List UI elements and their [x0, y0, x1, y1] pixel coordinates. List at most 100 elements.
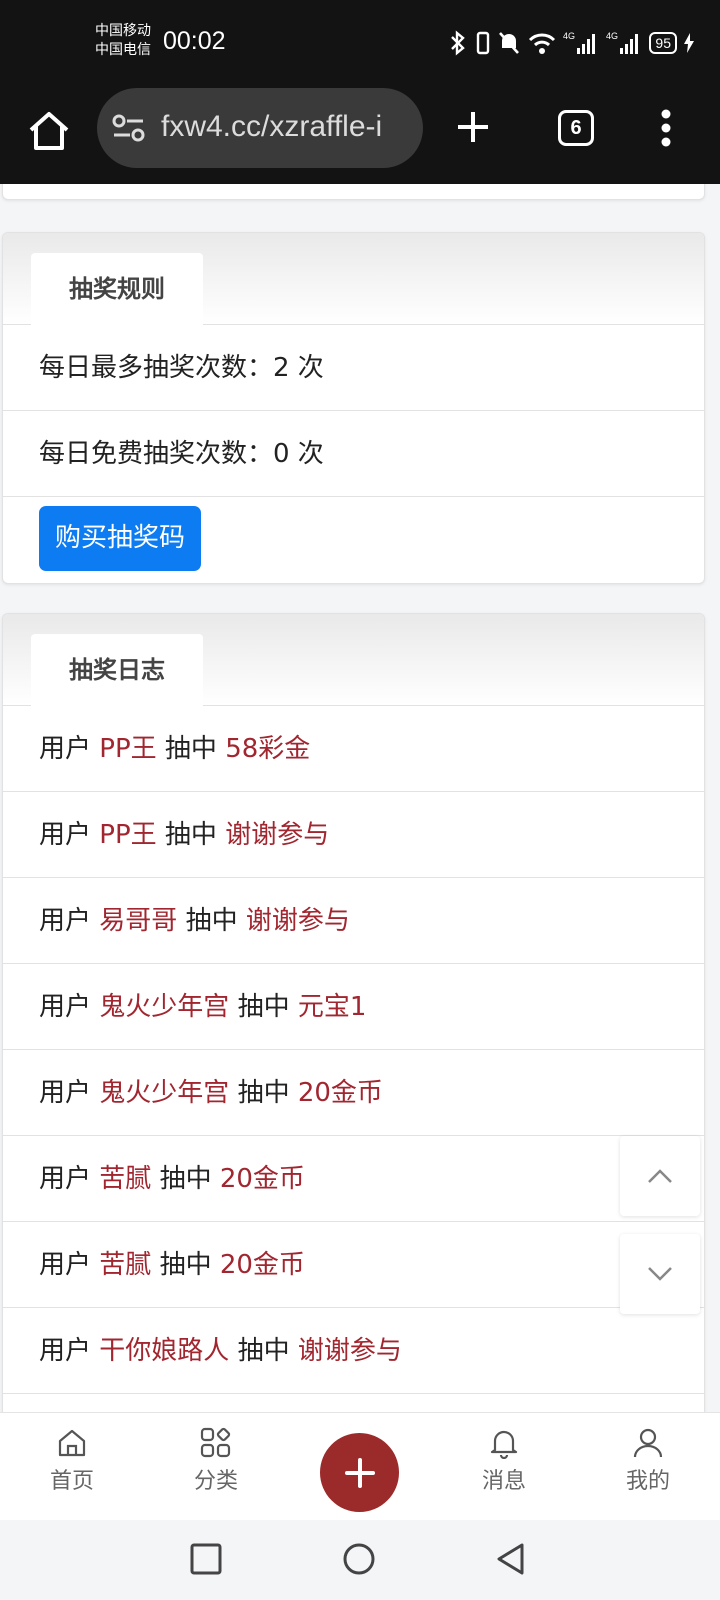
raffle-log-title: 抽奖日志 [31, 634, 203, 706]
chevron-up-icon [648, 1169, 672, 1183]
log-prefix: 用户 [39, 734, 92, 764]
mute-bell-icon [499, 32, 520, 54]
log-user: 鬼火少年宫 [99, 992, 230, 1022]
raffle-log-card: 抽奖日志 用户 PP王 抽中 58彩金 用户 PP王 抽中 谢谢参与 用户 易哥哥 … [2, 613, 705, 1412]
carrier-1: 中国移动 [95, 23, 151, 39]
raffle-rules-title: 抽奖规则 [31, 253, 203, 325]
carrier-info: 中国移动 中国电信 [95, 22, 151, 60]
log-user: 易哥哥 [99, 906, 178, 936]
charging-icon [684, 33, 694, 53]
raffle-rules-card: 抽奖规则 每日最多抽奖次数：2 次 每日免费抽奖次数：0 次 购买抽奖码 [2, 232, 705, 584]
recent-apps-icon[interactable] [189, 1542, 223, 1576]
nav-messages-label: 消息 [481, 1469, 526, 1494]
log-prize: 谢谢参与 [245, 906, 350, 936]
log-verb: 抽中 [237, 992, 290, 1022]
log-entry: 用户 苦腻 抽中 20金币 [3, 1136, 704, 1222]
user-icon [633, 1428, 663, 1458]
log-verb: 抽中 [164, 820, 217, 850]
signal-icon-2: 4G [606, 31, 639, 54]
log-verb: 抽中 [164, 734, 217, 764]
log-user: 鬼火少年宫 [99, 1078, 230, 1108]
network-label-1: 4G [563, 31, 575, 41]
browser-toolbar: fxw4.cc/xzraffle-i 6 [0, 86, 720, 184]
previous-card [2, 184, 705, 200]
nav-mine[interactable]: 我的 [603, 1427, 693, 1495]
log-prefix: 用户 [39, 906, 92, 936]
nav-mine-label: 我的 [625, 1469, 670, 1494]
log-user: PP王 [99, 734, 157, 764]
log-user: PP王 [99, 820, 157, 850]
log-entry: 用户 PP王 抽中 谢谢参与 [3, 792, 704, 878]
tab-switcher-button[interactable]: 6 [558, 110, 594, 146]
log-prefix: 用户 [39, 1164, 92, 1194]
scroll-down-button[interactable] [620, 1234, 700, 1314]
log-prize: 元宝1 [297, 992, 367, 1022]
vibrate-icon [477, 31, 490, 55]
log-prefix: 用户 [39, 992, 92, 1022]
url-bar[interactable]: fxw4.cc/xzraffle-i [97, 88, 423, 168]
back-icon[interactable] [494, 1542, 528, 1576]
buy-button-row: 购买抽奖码 [3, 497, 704, 583]
home-circle-icon[interactable] [342, 1542, 376, 1576]
signal-icon-1: 4G [563, 31, 596, 54]
log-user: 苦腻 [99, 1250, 152, 1280]
log-verb: 抽中 [237, 1078, 290, 1108]
nav-home-label: 首页 [49, 1469, 94, 1494]
nav-category[interactable]: 分类 [171, 1427, 261, 1495]
network-label-2: 4G [606, 31, 618, 41]
carrier-2: 中国电信 [95, 42, 151, 58]
status-bar: 中国移动 中国电信 00:02 4G 4G 95 [0, 0, 720, 86]
log-prize: 20金币 [219, 1250, 305, 1280]
log-prefix: 用户 [39, 1336, 92, 1366]
status-clock: 00:02 [163, 27, 226, 55]
log-user: 干你娘路人 [99, 1336, 230, 1366]
log-entry: 用户 易哥哥 抽中 谢谢参与 [3, 878, 704, 964]
raffle-log-list: 用户 PP王 抽中 58彩金 用户 PP王 抽中 谢谢参与 用户 易哥哥 抽中 谢谢… [3, 706, 704, 1394]
nav-category-label: 分类 [193, 1469, 238, 1494]
plus-icon [344, 1457, 375, 1488]
log-user: 苦腻 [99, 1164, 152, 1194]
new-tab-icon[interactable] [456, 110, 490, 144]
log-prefix: 用户 [39, 1250, 92, 1280]
buy-raffle-code-button[interactable]: 购买抽奖码 [39, 506, 202, 571]
scroll-up-button[interactable] [620, 1136, 700, 1216]
nav-messages[interactable]: 消息 [459, 1427, 549, 1495]
log-prefix: 用户 [39, 820, 92, 850]
log-entry: 用户 苦腻 抽中 20金币 [3, 1222, 704, 1308]
max-daily-draws: 每日最多抽奖次数：2 次 [3, 325, 704, 411]
bell-icon [490, 1430, 518, 1459]
more-menu-icon[interactable] [660, 108, 672, 148]
log-verb: 抽中 [237, 1336, 290, 1366]
card-header: 抽奖规则 [3, 233, 704, 325]
log-prize: 58彩金 [225, 734, 311, 764]
log-verb: 抽中 [159, 1250, 212, 1280]
category-icon [200, 1427, 231, 1458]
home-icon [58, 1429, 86, 1457]
home-icon[interactable] [26, 108, 72, 154]
log-prize: 谢谢参与 [297, 1336, 402, 1366]
status-icons: 4G 4G 95 [447, 30, 694, 56]
battery-level: 95 [649, 32, 677, 54]
log-verb: 抽中 [159, 1164, 212, 1194]
log-prefix: 用户 [39, 1078, 92, 1108]
log-prize: 谢谢参与 [225, 820, 330, 850]
log-verb: 抽中 [185, 906, 238, 936]
nav-home[interactable]: 首页 [27, 1427, 117, 1495]
log-entry: 用户 干你娘路人 抽中 谢谢参与 [3, 1308, 704, 1394]
log-entry: 用户 鬼火少年宫 抽中 元宝1 [3, 964, 704, 1050]
site-settings-icon[interactable] [112, 113, 146, 143]
wifi-icon [529, 33, 556, 54]
free-daily-draws: 每日免费抽奖次数：0 次 [3, 411, 704, 497]
bottom-navigation: 首页 分类 消息 我的 [0, 1412, 720, 1520]
card-header: 抽奖日志 [3, 614, 704, 706]
log-entry: 用户 鬼火少年宫 抽中 20金币 [3, 1050, 704, 1136]
system-navigation [0, 1520, 720, 1600]
url-text[interactable]: fxw4.cc/xzraffle-i [161, 110, 411, 144]
log-entry: 用户 PP王 抽中 58彩金 [3, 706, 704, 792]
log-prize: 20金币 [219, 1164, 305, 1194]
chevron-down-icon [648, 1267, 672, 1281]
page-content: 抽奖规则 每日最多抽奖次数：2 次 每日免费抽奖次数：0 次 购买抽奖码 抽奖日… [0, 184, 720, 1412]
log-prize: 20金币 [297, 1078, 383, 1108]
bluetooth-icon [451, 30, 466, 56]
add-post-button[interactable] [320, 1433, 399, 1512]
